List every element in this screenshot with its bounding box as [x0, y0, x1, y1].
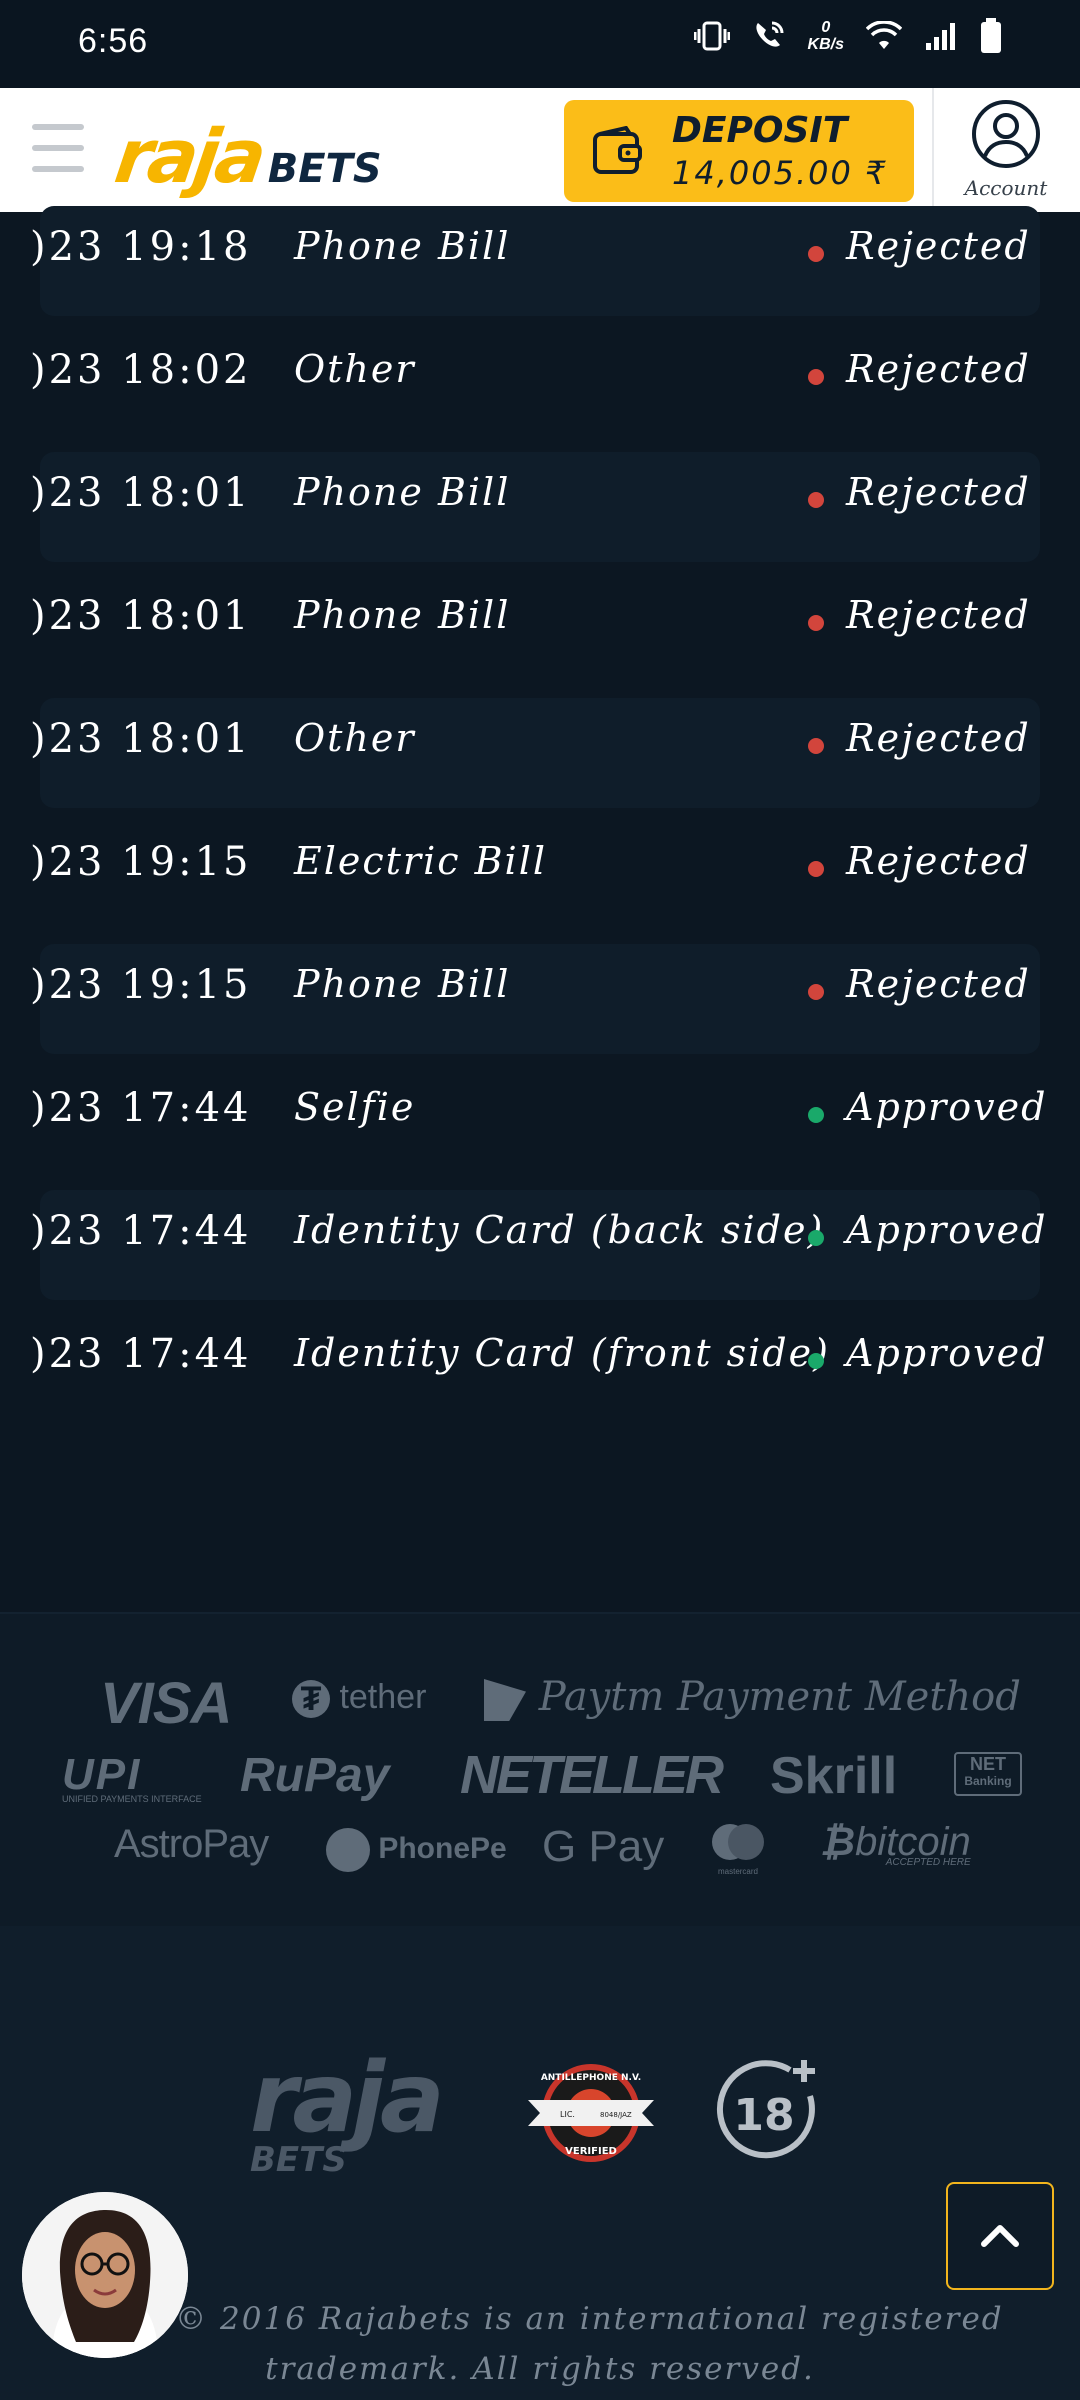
status-dot-icon: [808, 738, 824, 754]
scroll-to-top-button[interactable]: [946, 2182, 1054, 2290]
deposit-button[interactable]: DEPOSIT 14,005.00 ₹: [564, 100, 914, 202]
neteller-logo: NETELLER: [460, 1745, 724, 1805]
status-icons: 0 KB/s: [693, 18, 1002, 54]
document-date: )23 18:01: [30, 470, 252, 516]
svg-text:18: 18: [733, 2090, 794, 2141]
chevron-up-icon: [981, 2225, 1019, 2247]
app-header: raja BETS DEPOSIT 14,005.00 ₹ Account: [0, 88, 1080, 212]
document-row: )23 17:44 Selfie Approved: [0, 1057, 1080, 1180]
wifi-icon: [866, 21, 902, 49]
svg-text:LIC.: LIC.: [560, 2110, 575, 2119]
document-row: )23 18:01 Other Rejected: [0, 688, 1080, 811]
age-18-plus-icon: 18: [712, 2056, 822, 2170]
status-time: 6:56: [78, 22, 149, 60]
document-type: Identity Card (front side): [294, 1331, 830, 1375]
document-row: )23 19:15 Phone Bill Rejected: [0, 934, 1080, 1057]
document-row: )23 18:01 Phone Bill Rejected: [0, 565, 1080, 688]
document-date: )23 17:44: [30, 1208, 252, 1254]
status-dot-icon: [808, 246, 824, 262]
phonepe-logo: PhonePe: [326, 1828, 507, 1872]
gpay-logo: G Pay: [542, 1822, 665, 1871]
footer-logo: raja BETS: [250, 2042, 445, 2180]
document-status: Rejected: [846, 470, 1031, 514]
payment-methods: VISA ₮ tether Paytm Payment Method UPI U…: [0, 1612, 1080, 1926]
status-bar: 6:56 0 KB/s: [0, 0, 1080, 88]
visa-logo: VISA: [100, 1671, 232, 1736]
status-dot-icon: [808, 1230, 824, 1246]
document-date: )23 19:18: [30, 224, 252, 270]
live-chat-avatar[interactable]: [22, 2192, 188, 2358]
document-date: )23 19:15: [30, 962, 252, 1008]
antillephone-verified-badge[interactable]: LIC. 8048/JAZ ANTILLEPHONE N.V. VERIFIED: [526, 2058, 656, 2172]
document-date: )23 18:01: [30, 716, 252, 762]
header-divider: [932, 88, 934, 212]
tether-logo: ₮ tether: [292, 1678, 426, 1719]
document-type: Electric Bill: [294, 839, 547, 883]
status-dot-icon: [808, 615, 824, 631]
document-status: Rejected: [846, 839, 1031, 883]
astropay-logo: AstroPay: [114, 1822, 269, 1866]
document-status: Approved: [846, 1331, 1048, 1375]
document-type: Phone Bill: [294, 962, 511, 1006]
document-type: Phone Bill: [294, 593, 511, 637]
document-status: Approved: [846, 1208, 1048, 1252]
document-row: )23 18:02 Other Rejected: [0, 319, 1080, 442]
svg-text:8048/JAZ: 8048/JAZ: [600, 2111, 632, 2119]
document-type: Other: [294, 716, 416, 760]
rajabets-logo[interactable]: raja BETS: [110, 110, 382, 200]
document-row: )23 19:15 Electric Bill Rejected: [0, 811, 1080, 934]
mastercard-logo: mastercard: [708, 1822, 768, 1876]
account-button[interactable]: Account: [946, 98, 1066, 208]
status-dot-icon: [808, 1107, 824, 1123]
rupay-logo: RuPay: [240, 1749, 390, 1802]
document-status: Rejected: [846, 593, 1031, 637]
document-status: Approved: [846, 1085, 1048, 1129]
document-status: Rejected: [846, 716, 1031, 760]
document-date: )23 17:44: [30, 1085, 252, 1131]
document-type: Phone Bill: [294, 470, 511, 514]
document-row: )23 19:18 Phone Bill Rejected: [0, 196, 1080, 319]
document-type: Selfie: [294, 1085, 416, 1129]
skrill-logo: Skrill: [770, 1747, 898, 1805]
status-dot-icon: [808, 492, 824, 508]
status-dot-icon: [808, 861, 824, 877]
wallet-icon: [593, 126, 642, 174]
menu-icon[interactable]: [32, 124, 84, 174]
deposit-label: DEPOSIT: [672, 110, 848, 151]
upi-logo: UPI UNIFIED PAYMENTS INTERFACE: [62, 1750, 202, 1804]
netbanking-logo: NET Banking: [954, 1752, 1022, 1796]
user-icon: [972, 100, 1040, 168]
document-row: )23 18:01 Phone Bill Rejected: [0, 442, 1080, 565]
status-dot-icon: [808, 984, 824, 1000]
wifi-calling-icon: [755, 21, 784, 47]
document-type: Identity Card (back side): [294, 1208, 825, 1252]
document-date: )23 19:15: [30, 839, 252, 885]
status-dot-icon: [808, 369, 824, 385]
signal-icon: [926, 23, 955, 50]
bitcoin-logo: ₿bitcoin ACCEPTED HERE: [820, 1820, 971, 1868]
document-date: )23 18:01: [30, 593, 252, 639]
documents-table: )23 19:18 Phone Bill Rejected )23 18:02 Othe…: [0, 196, 1080, 1426]
document-status: Rejected: [846, 347, 1031, 391]
balance-amount: 14,005.00 ₹: [672, 154, 888, 192]
document-row: )23 17:44 Identity Card (front side) Appro…: [0, 1303, 1080, 1426]
document-status: Rejected: [846, 962, 1031, 1006]
net-speed: 0 KB/s: [807, 19, 844, 53]
status-dot-icon: [808, 1353, 824, 1369]
svg-text:VERIFIED: VERIFIED: [565, 2146, 617, 2157]
vibrate-icon: [693, 21, 730, 51]
document-type: Other: [294, 347, 416, 391]
document-status: Rejected: [846, 224, 1031, 268]
document-row: )23 17:44 Identity Card (back side) Approv…: [0, 1180, 1080, 1303]
svg-text:ANTILLEPHONE N.V.: ANTILLEPHONE N.V.: [541, 2073, 641, 2083]
document-type: Phone Bill: [294, 224, 511, 268]
battery-icon: [981, 18, 1001, 53]
document-date: )23 18:02: [30, 347, 252, 393]
paytm-logo: Paytm Payment Method: [484, 1674, 1021, 1721]
document-date: )23 17:44: [30, 1331, 252, 1377]
